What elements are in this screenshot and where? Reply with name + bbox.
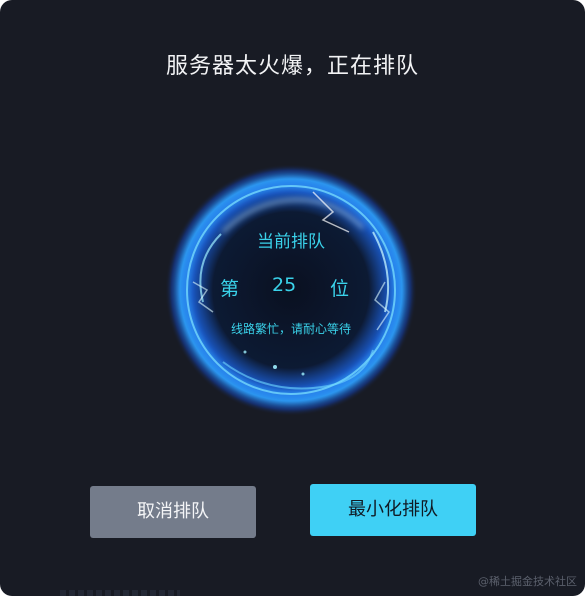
wait-hint: 线路繁忙，请耐心等待 (230, 322, 351, 336)
minimize-queue-button[interactable]: 最小化排队 (310, 484, 476, 536)
dialog-title: 服务器太火爆，正在排队 (165, 54, 419, 79)
bottom-decoration (60, 590, 180, 596)
queue-dialog: 服务器太火爆，正在排队 当前排队 第 25 位 线路繁忙，请耐心等待 取消排队 … (0, 0, 585, 596)
cancel-queue-button[interactable]: 取消排队 (90, 486, 256, 538)
position-suffix: 位 (330, 278, 350, 300)
position-number: 25 (272, 274, 297, 296)
position-prefix: 第 (220, 278, 240, 300)
current-queue-label: 当前排队 (257, 232, 325, 252)
queue-orb: 当前排队 第 25 位 线路繁忙，请耐心等待 (163, 162, 419, 418)
queue-position: 第 25 位 (163, 274, 419, 302)
watermark: @稀土掘金技术社区 (478, 575, 577, 588)
